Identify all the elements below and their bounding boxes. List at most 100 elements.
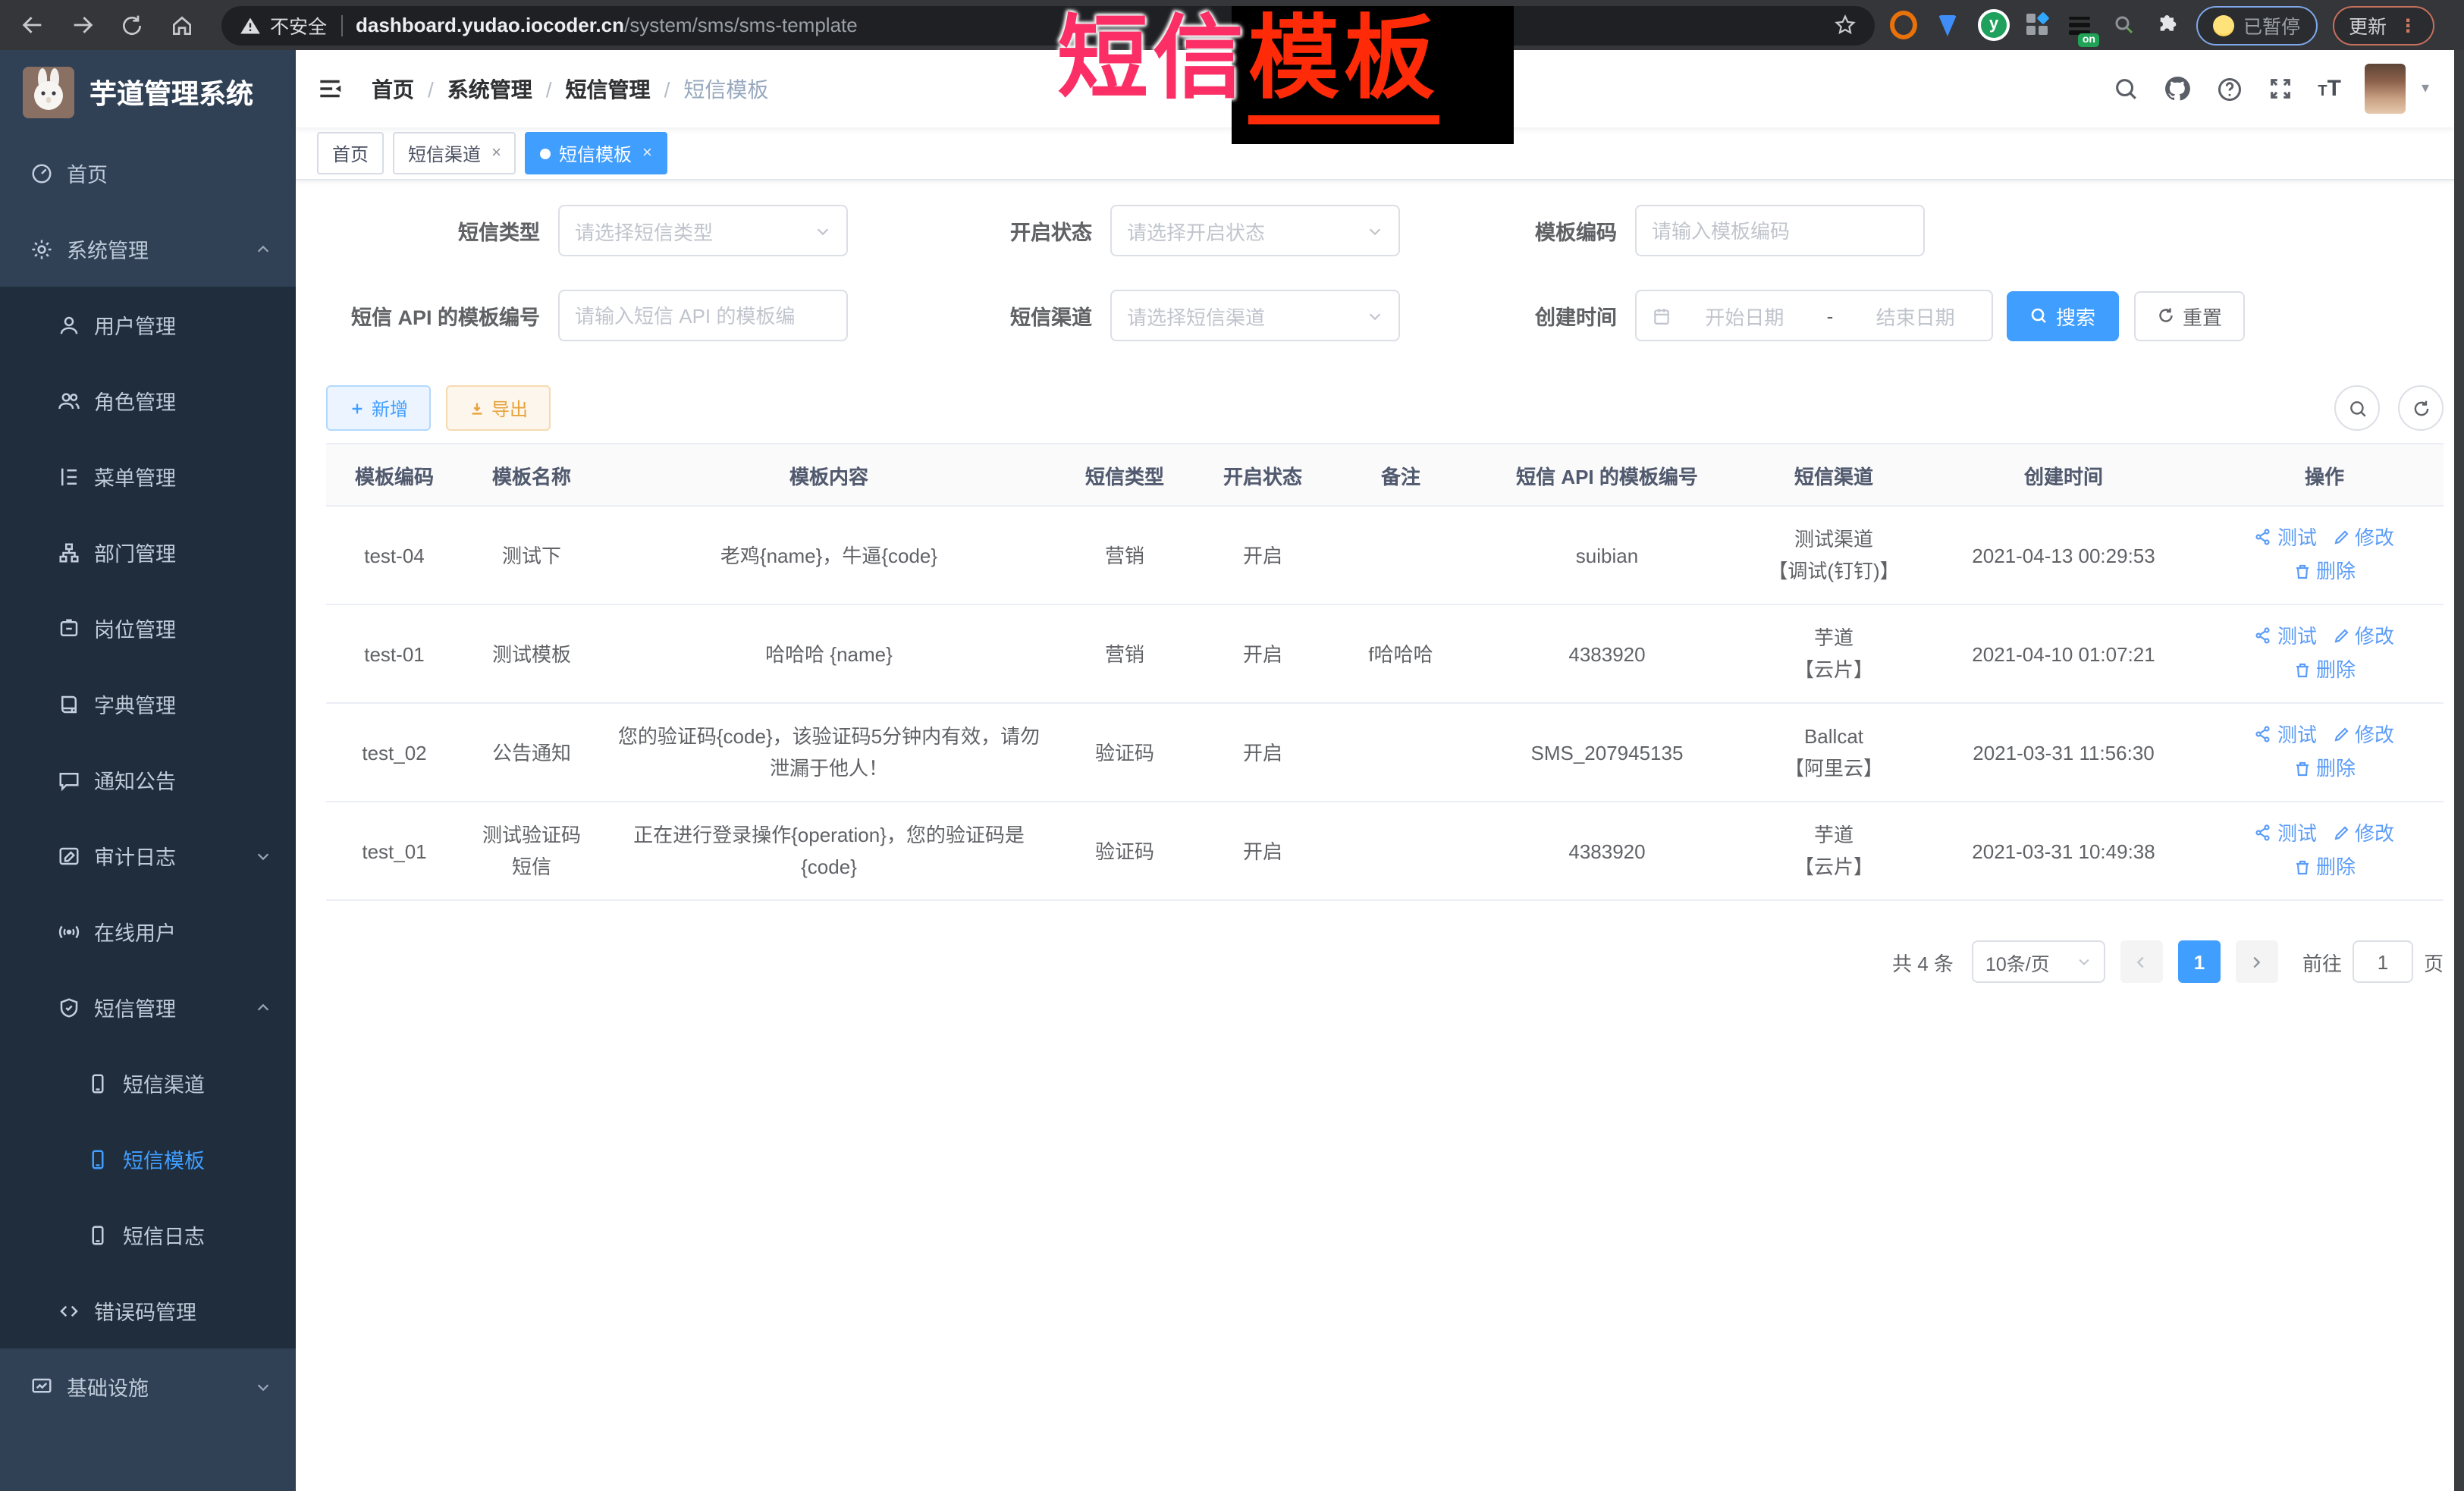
sidebar-collapse-icon[interactable]: [296, 74, 359, 103]
cell-code: test_02: [326, 703, 463, 802]
prev-page-button[interactable]: [2120, 940, 2163, 983]
add-button[interactable]: 新增: [326, 385, 431, 431]
delete-link[interactable]: 删除: [2293, 851, 2356, 883]
home-icon[interactable]: [164, 7, 200, 43]
sidebar-item-sms-log[interactable]: 短信日志: [0, 1197, 296, 1273]
cell-code: test-01: [326, 604, 463, 703]
sidebar-item-sms-template[interactable]: 短信模板: [0, 1121, 296, 1197]
channel-label: 短信渠道: [922, 300, 1110, 331]
table-row: test_01 测试验证码短信 正在进行登录操作{operation}，您的验证…: [326, 802, 2444, 900]
plus-icon: [349, 400, 366, 416]
help-icon[interactable]: [2216, 75, 2243, 102]
goto-page-input[interactable]: [2353, 940, 2413, 983]
edit-icon: [2332, 725, 2350, 743]
tab-home[interactable]: 首页: [317, 132, 384, 174]
extensions-puzzle-icon[interactable]: [2154, 11, 2181, 39]
search-button-label: 搜索: [2056, 301, 2095, 330]
refresh-table-button[interactable]: [2398, 385, 2444, 431]
extension-gem-icon[interactable]: [1934, 11, 1961, 39]
hide-search-button[interactable]: [2334, 385, 2380, 431]
bookmark-star-icon[interactable]: [1834, 14, 1857, 36]
sidebar-item-users[interactable]: 用户管理: [0, 287, 296, 363]
share-icon: [2255, 725, 2273, 743]
search-icon[interactable]: [2113, 76, 2139, 102]
search-button[interactable]: 搜索: [2007, 290, 2119, 341]
reset-button[interactable]: 重置: [2134, 290, 2245, 341]
test-link[interactable]: 测试: [2255, 521, 2317, 553]
cell-name: 测试下: [463, 506, 601, 604]
create-time-range-picker[interactable]: 开始日期 - 结束日期: [1635, 290, 1993, 341]
tab-sms-template[interactable]: 短信模板 ×: [526, 132, 667, 174]
github-icon[interactable]: [2163, 74, 2192, 103]
status-select[interactable]: 请选择开启状态: [1110, 205, 1400, 256]
caret-down-icon[interactable]: ▾: [2422, 80, 2429, 97]
sidebar-item-posts[interactable]: 岗位管理: [0, 590, 296, 666]
extension-orange-icon[interactable]: [1890, 11, 1917, 39]
sidebar-item-error-code[interactable]: 错误码管理: [0, 1273, 296, 1348]
back-icon[interactable]: [14, 7, 50, 43]
close-icon[interactable]: ×: [491, 144, 501, 162]
template-code-input[interactable]: [1637, 206, 1923, 255]
fullscreen-icon[interactable]: [2268, 76, 2293, 102]
breadcrumb-sms[interactable]: 短信管理: [566, 74, 651, 104]
cell-created: 2021-03-31 11:56:30: [1922, 703, 2205, 802]
browser-update-button[interactable]: 更新 ⋮: [2332, 5, 2434, 45]
sidebar-item-menus[interactable]: 菜单管理: [0, 438, 296, 514]
sidebar-item-roles[interactable]: 角色管理: [0, 363, 296, 438]
sidebar-item-infra[interactable]: 基础设施: [0, 1348, 296, 1424]
extension-grid-icon[interactable]: [2026, 14, 2049, 36]
date-separator: -: [1818, 304, 1843, 327]
delete-link[interactable]: 删除: [2293, 555, 2356, 587]
app-logo-row[interactable]: 芋道管理系统: [0, 50, 296, 135]
menu-dots-icon[interactable]: ⋮: [2399, 16, 2417, 34]
test-link[interactable]: 测试: [2255, 817, 2317, 849]
font-size-icon[interactable]: TT: [2318, 76, 2341, 102]
sms-type-select[interactable]: 请选择短信类型: [558, 205, 848, 256]
channel-select[interactable]: 请选择短信渠道: [1110, 290, 1400, 341]
browser-scrollbar[interactable]: [2453, 50, 2464, 1491]
delete-link[interactable]: 删除: [2293, 752, 2356, 784]
sidebar-item-sms-channel[interactable]: 短信渠道: [0, 1045, 296, 1121]
page-size-select[interactable]: 10条/页: [1972, 940, 2105, 983]
edit-link[interactable]: 修改: [2332, 620, 2394, 651]
edit-link[interactable]: 修改: [2332, 718, 2394, 750]
cell-actions: 测试修改删除: [2205, 703, 2444, 802]
test-link[interactable]: 测试: [2255, 718, 2317, 750]
breadcrumb-separator: /: [664, 77, 670, 101]
sidebar-item-label: 用户管理: [94, 309, 176, 340]
sidebar-item-system[interactable]: 系统管理: [0, 211, 296, 287]
sidebar-item-depts[interactable]: 部门管理: [0, 514, 296, 590]
breadcrumb-home[interactable]: 首页: [372, 74, 414, 104]
api-template-id-input[interactable]: [560, 291, 846, 340]
breadcrumb-system[interactable]: 系统管理: [447, 74, 532, 104]
refresh-icon: [2411, 398, 2431, 418]
extension-list-icon[interactable]: on: [2066, 11, 2093, 39]
sidebar-item-online-users[interactable]: 在线用户: [0, 893, 296, 969]
sidebar-item-dict[interactable]: 字典管理: [0, 666, 296, 742]
delete-link[interactable]: 删除: [2293, 654, 2356, 686]
next-page-button[interactable]: [2236, 940, 2278, 983]
page-number-button[interactable]: 1: [2178, 940, 2221, 983]
test-link[interactable]: 测试: [2255, 620, 2317, 651]
book-icon: [58, 692, 80, 715]
tab-sms-channel[interactable]: 短信渠道 ×: [393, 132, 516, 174]
sidebar-item-home[interactable]: 首页: [0, 135, 296, 211]
edit-link[interactable]: 修改: [2332, 817, 2394, 849]
export-button[interactable]: 导出: [446, 385, 551, 431]
users-icon: [58, 389, 80, 412]
reload-icon[interactable]: [114, 7, 150, 43]
extension-search-icon[interactable]: [2110, 11, 2137, 39]
forward-icon[interactable]: [64, 7, 100, 43]
avatar[interactable]: [2365, 64, 2406, 114]
tab-label: 短信模板: [559, 140, 632, 166]
sidebar-item-notice[interactable]: 通知公告: [0, 742, 296, 818]
close-icon[interactable]: ×: [642, 144, 652, 162]
edit-link[interactable]: 修改: [2332, 521, 2394, 553]
profile-paused-badge[interactable]: 已暂停: [2196, 5, 2317, 45]
extension-y-icon[interactable]: y: [1978, 9, 2010, 41]
edit-icon: [2332, 626, 2350, 645]
address-bar[interactable]: 不安全 dashboard.yudao.iocoder.cn /system/s…: [221, 5, 1875, 45]
select-placeholder: 请选择短信类型: [575, 216, 713, 245]
sidebar-item-audit-log[interactable]: 审计日志: [0, 818, 296, 893]
sidebar-item-sms[interactable]: 短信管理: [0, 969, 296, 1045]
